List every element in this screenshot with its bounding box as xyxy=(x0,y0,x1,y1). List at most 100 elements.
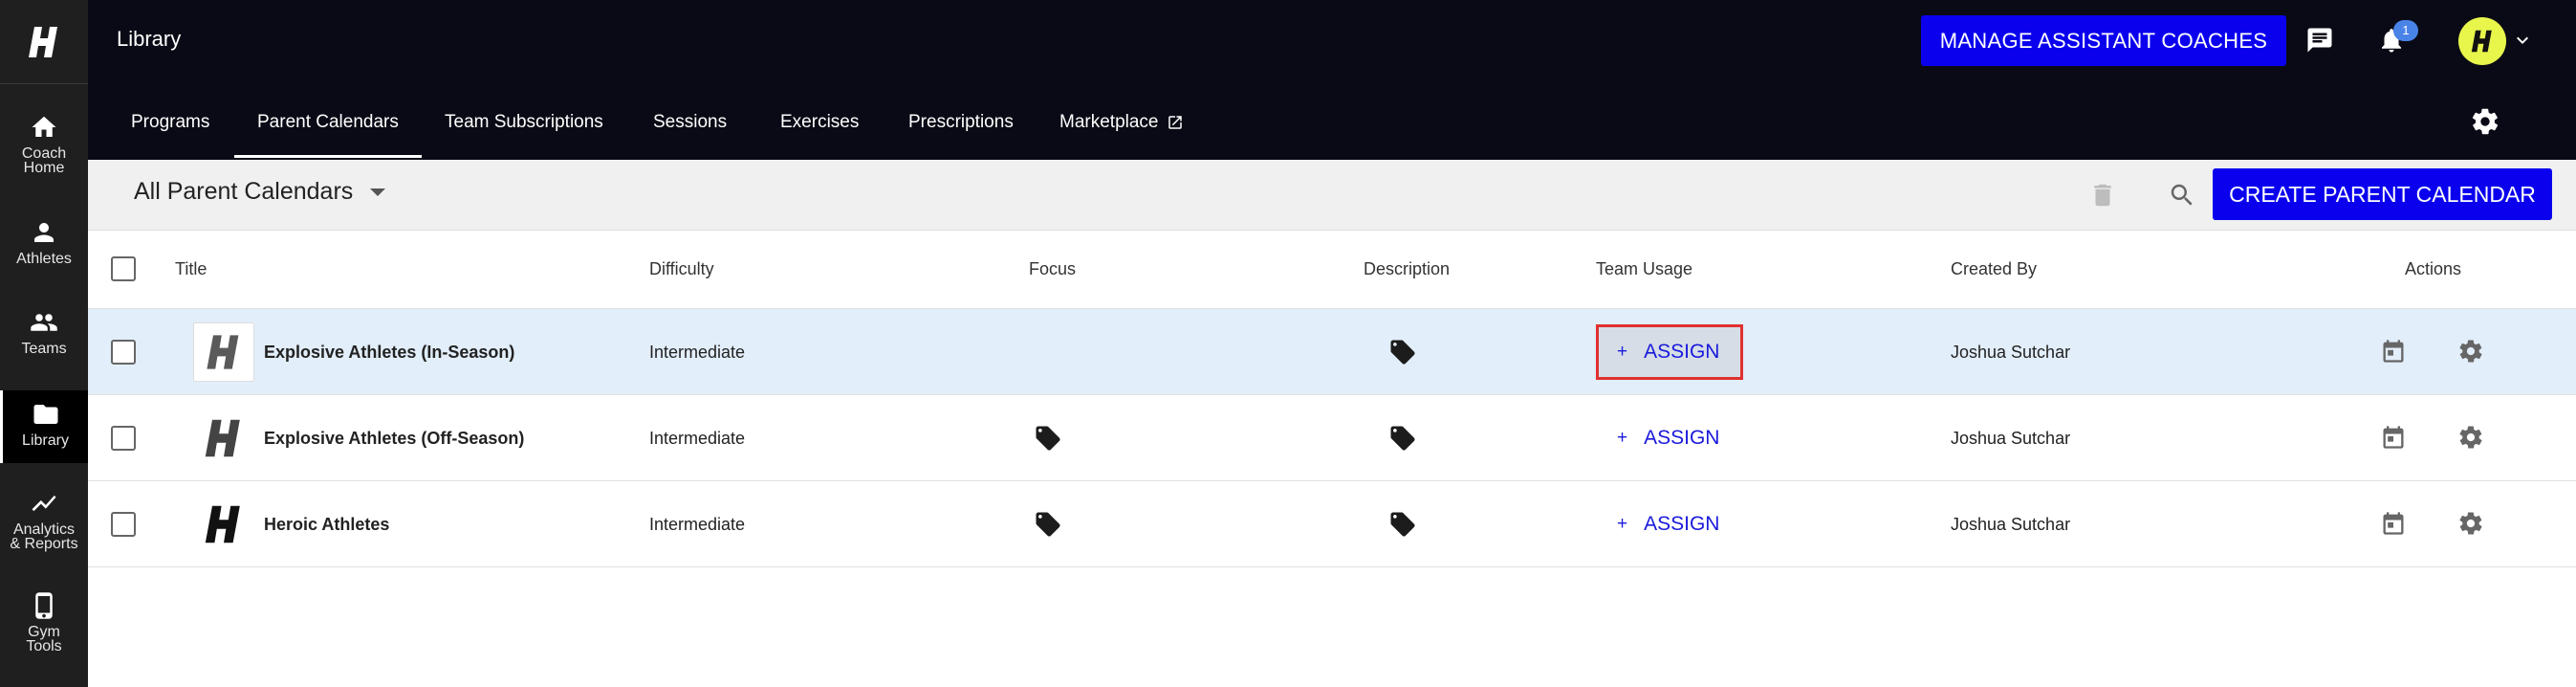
sidebar-item-analytics[interactable]: Analytics & Reports xyxy=(0,489,88,565)
avatar[interactable] xyxy=(2458,17,2506,65)
row-checkbox[interactable] xyxy=(111,340,136,365)
sidebar-item-label: Teams xyxy=(21,341,67,357)
row-checkbox[interactable] xyxy=(111,426,136,451)
assign-button[interactable]: + ASSIGN xyxy=(1596,324,1743,380)
calendar-icon xyxy=(2383,426,2404,449)
sidebar-item-label: Home xyxy=(23,160,65,176)
calendar-title[interactable]: Heroic Athletes xyxy=(264,515,389,535)
messages-button[interactable] xyxy=(2303,24,2336,56)
sidebar-item-label: Tools xyxy=(26,638,62,654)
brand-logo-icon xyxy=(205,419,240,457)
tab-label: Prescriptions xyxy=(908,111,1014,132)
column-header-created-by[interactable]: Created By xyxy=(1951,259,2037,279)
gear-icon xyxy=(2459,512,2482,535)
description-tag-icon[interactable] xyxy=(1388,424,1417,457)
top-header: Library MANAGE ASSISTANT COACHES 1 Progr… xyxy=(88,0,2576,160)
tab-parent-calendars[interactable]: Parent Calendars xyxy=(234,84,422,160)
column-header-focus[interactable]: Focus xyxy=(1029,259,1076,279)
tab-sessions[interactable]: Sessions xyxy=(653,84,727,160)
library-tabs: Programs Parent Calendars Team Subscript… xyxy=(88,84,2576,160)
row-settings-button[interactable] xyxy=(2457,338,2484,369)
settings-button[interactable] xyxy=(2469,105,2501,138)
table-row[interactable]: Heroic Athletes Intermediate + ASSIGN Jo… xyxy=(88,481,2576,567)
created-by-value: Joshua Sutchar xyxy=(1951,343,2071,362)
plus-icon: + xyxy=(1617,514,1628,534)
column-header-actions: Actions xyxy=(2405,259,2462,278)
row-settings-button[interactable] xyxy=(2457,424,2484,455)
tab-label: Marketplace xyxy=(1059,111,1159,132)
tab-prescriptions[interactable]: Prescriptions xyxy=(908,84,1014,160)
gear-icon xyxy=(2472,108,2499,135)
folder-icon xyxy=(33,405,57,424)
select-all-checkbox[interactable] xyxy=(111,256,136,281)
page-title: Library xyxy=(117,27,182,51)
calendar-title[interactable]: Explosive Athletes (Off-Season) xyxy=(264,429,524,449)
difficulty-value: Intermediate xyxy=(649,343,746,362)
phone-icon xyxy=(35,592,53,619)
sidebar-item-label: Coach xyxy=(21,145,67,162)
tab-label: Programs xyxy=(131,111,210,132)
calendar-title[interactable]: Explosive Athletes (In-Season) xyxy=(264,343,514,363)
external-link-icon xyxy=(1168,115,1182,129)
tab-programs[interactable]: Programs xyxy=(131,84,209,160)
column-header-difficulty[interactable]: Difficulty xyxy=(649,259,714,279)
sidebar-item-athletes[interactable]: Athletes xyxy=(0,218,88,279)
tab-label: Parent Calendars xyxy=(257,111,399,132)
sidebar-item-label: Gym xyxy=(28,624,60,640)
caret-down-icon xyxy=(370,188,386,196)
calendar-filter-dropdown[interactable]: All Parent Calendars xyxy=(134,178,386,206)
logo-icon xyxy=(29,26,57,57)
assign-button[interactable]: + ASSIGN xyxy=(1596,410,1743,466)
row-checkbox[interactable] xyxy=(111,512,136,537)
difficulty-value: Intermediate xyxy=(649,429,746,448)
schedule-button[interactable] xyxy=(2380,424,2407,455)
table-row[interactable]: Explosive Athletes (In-Season) Intermedi… xyxy=(88,309,2576,395)
sidebar-item-teams[interactable]: Teams xyxy=(0,308,88,369)
search-button[interactable] xyxy=(2166,179,2198,211)
sidebar: Coach Home Athletes Teams Library Analyt… xyxy=(0,0,88,687)
account-menu-toggle[interactable] xyxy=(2511,29,2534,52)
trending-icon xyxy=(32,495,56,512)
tab-team-subscriptions[interactable]: Team Subscriptions xyxy=(445,84,603,160)
delete-button[interactable] xyxy=(2086,179,2119,211)
schedule-button[interactable] xyxy=(2380,338,2407,369)
calendar-thumbnail xyxy=(193,495,254,554)
tab-marketplace[interactable]: Marketplace xyxy=(1059,84,1184,160)
assign-label: ASSIGN xyxy=(1644,427,1720,449)
calendar-thumbnail xyxy=(193,322,254,382)
tab-label: Sessions xyxy=(653,111,728,132)
column-header-team-usage[interactable]: Team Usage xyxy=(1596,259,1692,279)
create-parent-calendar-button[interactable]: CREATE PARENT CALENDAR xyxy=(2213,168,2552,220)
parent-calendars-table: Title Difficulty Focus Description Team … xyxy=(88,231,2576,567)
assign-button[interactable]: + ASSIGN xyxy=(1596,497,1743,552)
person-icon xyxy=(34,223,54,242)
description-tag-icon[interactable] xyxy=(1388,510,1417,543)
created-by-value: Joshua Sutchar xyxy=(1951,429,2071,448)
plus-icon: + xyxy=(1617,342,1628,362)
sidebar-item-library[interactable]: Library xyxy=(0,390,88,463)
home-icon xyxy=(32,116,56,137)
sidebar-item-coach-home[interactable]: Coach Home xyxy=(0,113,88,189)
column-header-title[interactable]: Title xyxy=(175,259,207,279)
table-header: Title Difficulty Focus Description Team … xyxy=(88,231,2576,309)
group-icon xyxy=(31,314,57,331)
tab-label: Team Subscriptions xyxy=(445,111,603,132)
tab-exercises[interactable]: Exercises xyxy=(780,84,859,160)
gear-icon xyxy=(2459,340,2482,363)
sidebar-item-gym-tools[interactable]: Gym Tools xyxy=(0,591,88,668)
focus-tag-icon[interactable] xyxy=(1034,510,1062,543)
app-logo[interactable] xyxy=(0,0,88,84)
calendar-thumbnail xyxy=(193,409,254,468)
column-header-description[interactable]: Description xyxy=(1364,259,1450,279)
plus-icon: + xyxy=(1617,428,1628,448)
description-tag-icon[interactable] xyxy=(1388,338,1417,371)
row-settings-button[interactable] xyxy=(2457,510,2484,542)
created-by-value: Joshua Sutchar xyxy=(1951,515,2071,534)
schedule-button[interactable] xyxy=(2380,510,2407,542)
brand-logo-icon xyxy=(207,335,239,369)
manage-assistant-coaches-button[interactable]: MANAGE ASSISTANT COACHES xyxy=(1921,15,2286,66)
focus-tag-icon[interactable] xyxy=(1034,424,1062,457)
table-row[interactable]: Explosive Athletes (Off-Season) Intermed… xyxy=(88,395,2576,481)
calendar-icon xyxy=(2383,512,2404,535)
gear-icon xyxy=(2459,426,2482,449)
